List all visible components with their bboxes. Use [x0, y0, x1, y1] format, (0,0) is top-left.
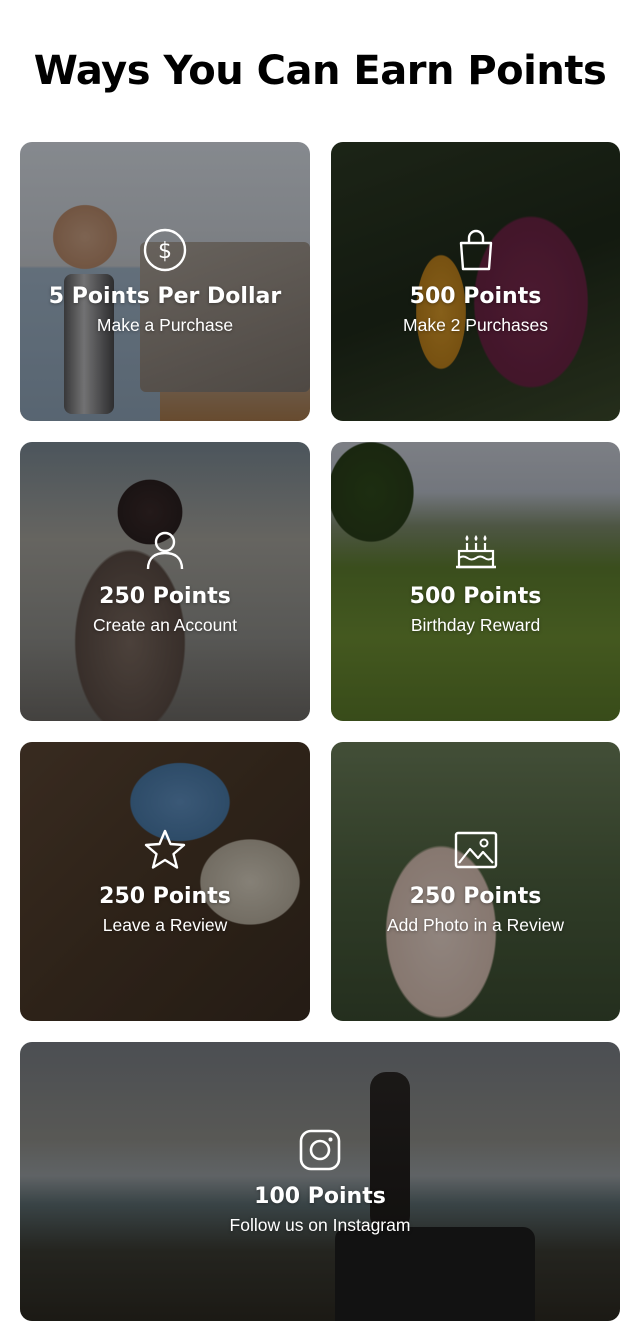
card-points: 250 Points	[409, 883, 542, 909]
earn-card-instagram[interactable]: 100 Points Follow us on Instagram	[20, 1042, 620, 1321]
card-points: 250 Points	[99, 583, 231, 609]
card-subtitle: Add Photo in a Review	[386, 914, 565, 935]
shopping-bag-icon	[459, 229, 492, 270]
star-icon	[144, 829, 186, 869]
photo-icon	[454, 831, 497, 868]
instagram-icon	[299, 1129, 341, 1170]
card-points: 500 Points	[409, 583, 542, 609]
earn-card-birthday[interactable]: 500 Points Birthday Reward	[331, 442, 620, 721]
earn-card-purchase[interactable]: $ 5 Points Per Dollar Make a Purchase	[20, 142, 310, 421]
earn-card-create-account[interactable]: 250 Points Create an Account	[20, 442, 310, 721]
card-subtitle: Leave a Review	[102, 914, 228, 935]
dollar-circle-icon: $	[143, 228, 187, 271]
card-subtitle: Make a Purchase	[96, 314, 234, 335]
earn-card-two-purchases[interactable]: 500 Points Make 2 Purchases	[331, 142, 620, 421]
card-subtitle: Make 2 Purchases	[403, 314, 548, 335]
birthday-cake-icon	[455, 534, 496, 568]
earn-card-review[interactable]: 250 Points Leave a Review	[20, 742, 310, 1021]
page-title: Ways You Can Earn Points	[33, 48, 607, 94]
card-points: 500 Points	[409, 283, 542, 309]
user-icon	[146, 531, 184, 569]
card-points: 100 Points	[254, 1183, 386, 1209]
svg-text:$: $	[158, 239, 172, 264]
card-points: 250 Points	[99, 883, 231, 909]
card-points: 5 Points Per Dollar	[48, 283, 282, 309]
card-subtitle: Follow us on Instagram	[229, 1214, 411, 1235]
earn-card-photo-review[interactable]: 250 Points Add Photo in a Review	[331, 742, 620, 1021]
card-subtitle: Create an Account	[93, 614, 237, 635]
card-subtitle: Birthday Reward	[410, 614, 541, 635]
